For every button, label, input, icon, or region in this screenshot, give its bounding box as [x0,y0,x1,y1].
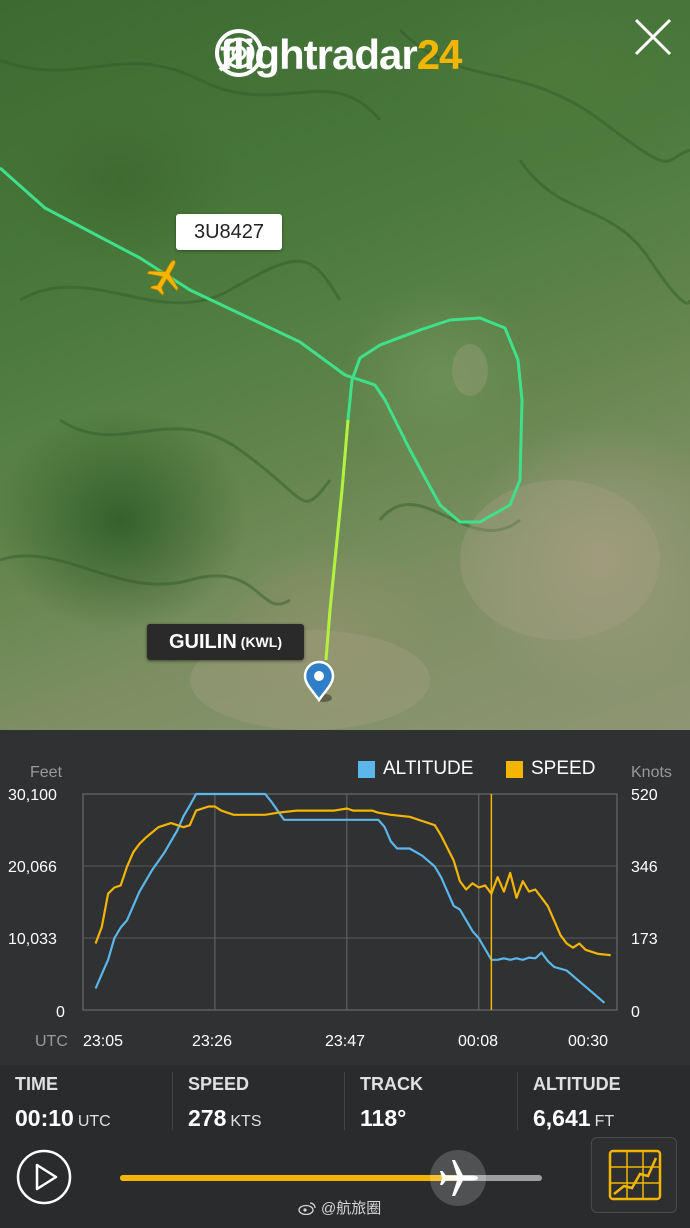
watermark-text: @航旅圈 [321,1200,382,1217]
stat-altitude-label: ALTITUDE [533,1074,621,1094]
stat-speed-unit: KTS [230,1113,262,1130]
stat-altitude-unit: FT [594,1113,615,1130]
play-icon [16,1149,72,1205]
play-button[interactable] [15,1148,73,1206]
altitude-speed-chart[interactable] [0,0,690,1228]
stat-speed-label: SPEED [188,1074,250,1094]
stat-speed: SPEED 278 KTS [188,1074,262,1132]
stat-divider [344,1072,345,1130]
playback-thumb[interactable] [429,1150,486,1206]
map-view-button[interactable] [591,1137,677,1213]
stat-time-label: TIME [15,1074,58,1094]
stat-track-value: 118° [360,1105,407,1131]
airplane-icon [439,1160,478,1196]
stat-speed-value: 278 [188,1105,227,1131]
stat-time-unit: UTC [77,1113,111,1130]
stat-divider [517,1072,518,1130]
stat-divider [172,1072,173,1130]
speed-series-line [94,805,611,957]
stat-track-label: TRACK [360,1074,423,1094]
weibo-icon [298,1201,316,1215]
stat-altitude: ALTITUDE 6,641 FT [533,1074,621,1132]
stat-time-value: 00:10 [15,1105,74,1131]
altitude-series-line [94,792,606,1004]
stat-track: TRACK 118° [360,1074,423,1132]
weibo-watermark: @航旅圈 [298,1197,381,1218]
stat-time: TIME 00:10 UTC [15,1074,111,1132]
map-grid-icon [608,1149,662,1201]
playback-progress [120,1175,458,1181]
stat-altitude-value: 6,641 [533,1105,591,1131]
